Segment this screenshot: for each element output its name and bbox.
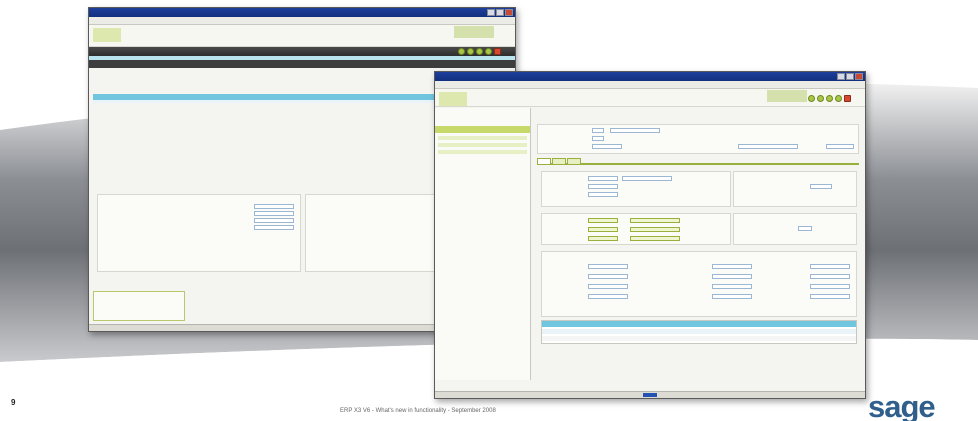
header-form-panel	[537, 124, 859, 154]
progress-indicator	[643, 393, 657, 397]
form-field[interactable]	[826, 144, 854, 149]
front-window-title-bar[interactable]	[435, 72, 865, 81]
tab-strip	[537, 158, 859, 165]
form-field[interactable]	[588, 176, 618, 181]
form-field[interactable]	[810, 274, 850, 279]
form-field[interactable]	[622, 176, 672, 181]
nav-circle-icon[interactable]	[826, 95, 833, 102]
close-icon[interactable]	[505, 9, 513, 16]
form-field[interactable]	[588, 284, 628, 289]
back-window-menu-bar[interactable]	[89, 17, 515, 25]
form-field[interactable]	[588, 218, 618, 223]
form-field[interactable]	[588, 274, 628, 279]
form-field[interactable]	[98, 203, 300, 210]
close-icon[interactable]	[855, 73, 863, 80]
main-form-area	[533, 108, 863, 380]
form-field[interactable]	[810, 284, 850, 289]
list-item[interactable]	[438, 136, 527, 140]
form-field[interactable]	[712, 294, 752, 299]
form-field[interactable]	[592, 128, 604, 133]
form-field[interactable]	[810, 264, 850, 269]
form-field[interactable]	[712, 284, 752, 289]
form-field[interactable]	[592, 144, 622, 149]
back-window-sub-toolbar	[89, 60, 515, 68]
detail-panel-left	[97, 194, 301, 272]
form-field[interactable]	[610, 128, 660, 133]
maximize-icon[interactable]	[496, 9, 504, 16]
app-logo-icon	[439, 92, 467, 106]
tab-item[interactable]	[567, 158, 581, 165]
form-section	[733, 171, 857, 207]
form-field[interactable]	[588, 192, 618, 197]
list-item[interactable]	[438, 150, 527, 154]
tab-item[interactable]	[537, 158, 551, 165]
front-window-app-header	[435, 89, 865, 107]
nav-circle-icon[interactable]	[835, 95, 842, 102]
form-section	[541, 171, 731, 207]
grid-row[interactable]	[542, 336, 856, 341]
form-field[interactable]	[810, 184, 832, 189]
page-number: 9	[11, 398, 16, 407]
lines-grid	[541, 320, 857, 344]
form-field[interactable]	[592, 136, 604, 141]
form-field[interactable]	[588, 236, 618, 241]
front-window-status-bar	[435, 391, 865, 398]
form-field[interactable]	[798, 226, 812, 231]
form-field[interactable]	[588, 264, 628, 269]
back-window-title-bar[interactable]	[89, 8, 515, 17]
form-section	[733, 213, 857, 245]
tab-item[interactable]	[552, 158, 566, 165]
form-field[interactable]	[712, 264, 752, 269]
app-logo-icon	[93, 28, 121, 42]
decorative-banner	[454, 26, 494, 38]
form-field[interactable]	[98, 217, 300, 224]
form-field[interactable]	[98, 224, 300, 231]
left-navigation-pane	[435, 108, 531, 380]
back-window-app-header	[89, 25, 515, 47]
nav-circle-icon[interactable]	[467, 48, 474, 55]
front-window	[434, 71, 866, 399]
bottom-left-pane	[93, 291, 185, 321]
close-icon[interactable]	[494, 48, 501, 55]
form-section	[541, 251, 857, 317]
back-window-toolbar	[89, 47, 515, 56]
form-field[interactable]	[712, 274, 752, 279]
close-icon[interactable]	[844, 95, 851, 102]
form-field[interactable]	[630, 236, 680, 241]
form-field[interactable]	[810, 294, 850, 299]
nav-circle-icon[interactable]	[808, 95, 815, 102]
nav-circle-icon[interactable]	[485, 48, 492, 55]
nav-circle-icon[interactable]	[476, 48, 483, 55]
form-field[interactable]	[630, 218, 680, 223]
footer-text: ERP X3 V6 - What's new in functionality …	[340, 408, 496, 414]
decorative-banner	[767, 90, 807, 102]
form-section	[541, 213, 731, 245]
grid-row[interactable]	[542, 329, 856, 334]
form-field[interactable]	[588, 184, 618, 189]
nav-circle-icon[interactable]	[817, 95, 824, 102]
sage-logo: sage	[868, 389, 936, 421]
grid-header	[542, 321, 856, 327]
maximize-icon[interactable]	[846, 73, 854, 80]
minimize-icon[interactable]	[837, 73, 845, 80]
minimize-icon[interactable]	[487, 9, 495, 16]
form-field[interactable]	[98, 210, 300, 217]
form-field[interactable]	[738, 144, 798, 149]
nav-pane-header	[435, 126, 530, 133]
front-window-menu-bar[interactable]	[435, 81, 865, 89]
form-field[interactable]	[630, 227, 680, 232]
form-field[interactable]	[588, 227, 618, 232]
form-field[interactable]	[588, 294, 628, 299]
nav-circle-icon[interactable]	[458, 48, 465, 55]
list-item[interactable]	[438, 143, 527, 147]
